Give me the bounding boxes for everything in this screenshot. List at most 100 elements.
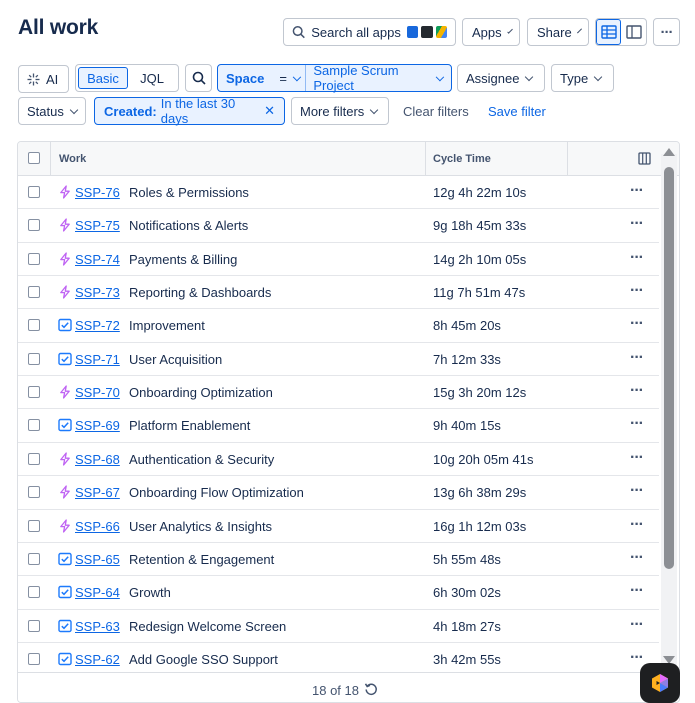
save-filter-button[interactable]: Save filter [488,104,546,119]
clear-filters-button[interactable]: Clear filters [403,104,469,119]
table-row[interactable]: SSP-72 Improvement 8h 45m 20s ··· [18,309,659,343]
work-item-key-link[interactable]: SSP-70 [75,385,120,400]
rovo-assistant-button[interactable] [640,663,680,703]
row-more-actions-icon[interactable]: ··· [630,649,644,667]
work-item-summary[interactable]: Growth [129,585,171,600]
work-item-summary[interactable]: Redesign Welcome Screen [129,619,286,634]
table-row[interactable]: SSP-70 Onboarding Optimization 15g 3h 20m … [18,376,659,410]
work-item-summary[interactable]: Reporting & Dashboards [129,285,271,300]
status-filter-button[interactable]: Status [18,97,86,125]
row-more-actions-icon[interactable]: ··· [630,449,644,467]
work-item-summary[interactable]: Notifications & Alerts [129,218,248,233]
work-item-summary[interactable]: User Analytics & Insights [129,519,272,534]
table-row[interactable]: SSP-67 Onboarding Flow Optimization 13g 6h… [18,476,659,510]
assignee-filter-button[interactable]: Assignee [457,64,545,92]
row-checkbox[interactable] [28,186,40,198]
row-checkbox[interactable] [28,586,40,599]
row-checkbox[interactable] [28,619,40,632]
row-more-actions-icon[interactable]: ··· [630,516,644,534]
work-item-key-link[interactable]: SSP-74 [75,252,120,267]
row-checkbox[interactable] [28,352,40,365]
apps-button[interactable]: Apps [462,18,520,46]
row-checkbox[interactable] [28,552,40,565]
table-row[interactable]: SSP-76 Roles & Permissions 12g 4h 22m 10s ·… [18,176,659,210]
scrollbar-thumb[interactable] [664,167,674,569]
table-row[interactable]: SSP-63 Redesign Welcome Screen 4h 18m 27s ·… [18,609,659,643]
work-item-summary[interactable]: Improvement [129,318,205,333]
work-item-key-link[interactable]: SSP-72 [75,318,120,333]
table-row[interactable]: SSP-69 Platform Enablement 9h 40m 15s ··· [18,409,659,443]
table-row[interactable]: SSP-73 Reporting & Dashboards 11g 7h 51m 4… [18,276,659,310]
row-more-actions-icon[interactable]: ··· [630,282,644,300]
list-view-button[interactable] [596,19,622,45]
space-filter-operator[interactable]: = [279,71,287,86]
row-checkbox[interactable] [28,419,40,432]
row-more-actions-icon[interactable]: ··· [630,315,644,333]
work-item-summary[interactable]: Authentication & Security [129,452,274,467]
table-row[interactable]: SSP-68 Authentication & Security 10g 20h 0… [18,442,659,477]
row-more-actions-icon[interactable]: ··· [630,549,644,567]
row-more-actions-icon[interactable]: ··· [630,616,644,634]
scroll-up-arrow[interactable] [663,148,675,156]
work-item-key-link[interactable]: SSP-63 [75,619,120,634]
work-item-key-link[interactable]: SSP-76 [75,185,120,200]
space-filter[interactable]: Space = Sample Scrum Project [217,63,452,93]
ai-button[interactable]: AI [18,65,69,93]
row-more-actions-icon[interactable]: ··· [630,215,644,233]
select-all-checkbox[interactable] [28,152,40,164]
row-more-actions-icon[interactable]: ··· [630,349,644,367]
work-item-key-link[interactable]: SSP-67 [75,485,120,500]
table-row[interactable]: SSP-64 Growth 6h 30m 02s ··· [18,576,659,610]
table-row[interactable]: SSP-74 Payments & Billing 14g 2h 10m 05s ··… [18,242,659,277]
work-item-summary[interactable]: Platform Enablement [129,418,250,433]
table-row[interactable]: SSP-65 Retention & Engagement 5h 55m 48s ··… [18,542,659,577]
row-more-actions-icon[interactable]: ··· [630,482,644,500]
work-item-summary[interactable]: Onboarding Optimization [129,385,273,400]
work-item-summary[interactable]: Add Google SSO Support [129,652,278,667]
row-checkbox[interactable] [28,652,40,665]
work-item-key-link[interactable]: SSP-73 [75,285,120,300]
row-checkbox[interactable] [28,252,40,265]
work-item-key-link[interactable]: SSP-69 [75,418,120,433]
row-more-actions-icon[interactable]: ··· [630,582,644,600]
search-button[interactable] [185,64,212,92]
type-filter-button[interactable]: Type [551,64,614,92]
basic-mode-button[interactable]: Basic [78,67,128,89]
work-item-summary[interactable]: Onboarding Flow Optimization [129,485,304,500]
table-row[interactable]: SSP-66 User Analytics & Insights 16g 1h 12… [18,509,659,543]
work-item-key-link[interactable]: SSP-64 [75,585,120,600]
row-checkbox[interactable] [28,386,40,399]
row-more-actions-icon[interactable]: ··· [630,249,644,267]
columns-icon[interactable] [638,152,651,165]
work-item-summary[interactable]: Roles & Permissions [129,185,249,200]
column-header-cycle-time[interactable]: Cycle Time [433,153,491,165]
search-all-apps-button[interactable]: Search all apps [283,18,456,46]
row-checkbox[interactable] [28,519,40,532]
work-item-summary[interactable]: User Acquisition [129,352,222,367]
work-item-key-link[interactable]: SSP-65 [75,552,120,567]
created-filter[interactable]: Created: In the last 30 days ✕ [94,96,285,126]
work-item-summary[interactable]: Retention & Engagement [129,552,274,567]
work-item-summary[interactable]: Payments & Billing [129,252,237,267]
space-filter-value[interactable]: Sample Scrum Project [313,63,430,93]
more-filters-button[interactable]: More filters [291,97,389,125]
row-checkbox[interactable] [28,319,40,332]
table-row[interactable]: SSP-62 Add Google SSO Support 3h 42m 55s ··… [18,642,659,672]
table-row[interactable]: SSP-71 User Acquisition 7h 12m 33s ··· [18,342,659,377]
table-row[interactable]: SSP-75 Notifications & Alerts 9g 18h 45m 3… [18,209,659,243]
jql-mode-button[interactable]: JQL [128,67,176,89]
more-actions-button[interactable]: ··· [653,18,680,46]
close-icon[interactable]: ✕ [264,103,275,119]
column-header-work[interactable]: Work [59,153,86,165]
row-checkbox[interactable] [28,486,40,499]
work-item-key-link[interactable]: SSP-75 [75,218,120,233]
refresh-icon[interactable] [364,682,378,696]
row-checkbox[interactable] [28,219,40,232]
work-item-key-link[interactable]: SSP-62 [75,652,120,667]
work-item-key-link[interactable]: SSP-66 [75,519,120,534]
share-button[interactable]: Share [527,18,589,46]
detail-view-button[interactable] [621,19,646,45]
work-item-key-link[interactable]: SSP-71 [75,352,120,367]
work-item-key-link[interactable]: SSP-68 [75,452,120,467]
row-checkbox[interactable] [28,286,40,299]
